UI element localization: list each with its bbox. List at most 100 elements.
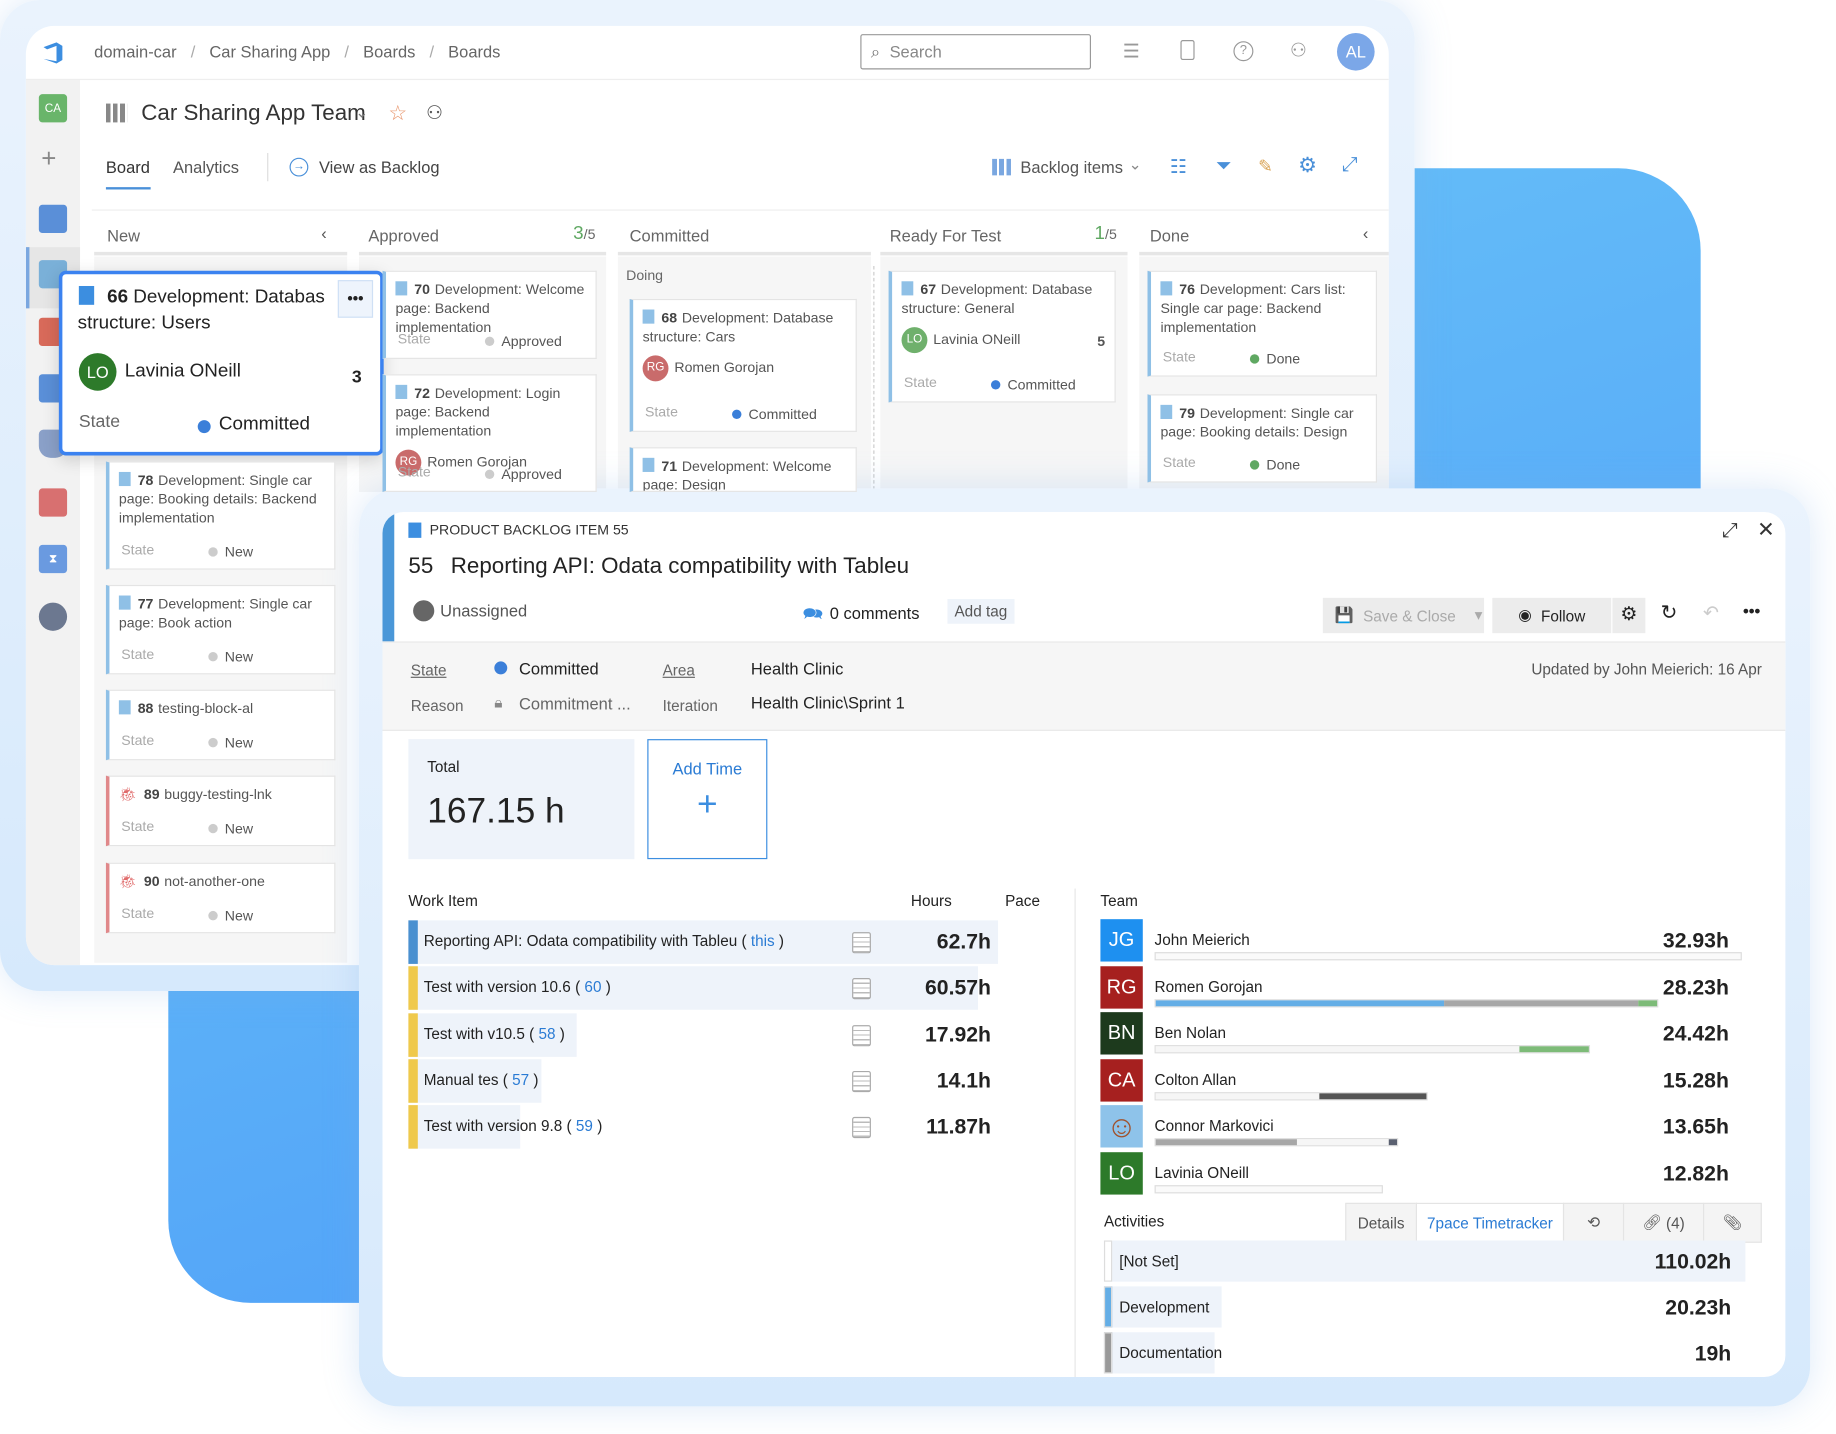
- focused-card[interactable]: 66 Development: Databas structure: Users…: [58, 270, 384, 456]
- add-time-button[interactable]: Add Time +: [647, 739, 768, 860]
- reason-field[interactable]: Commitment ...: [519, 694, 631, 713]
- overview-icon[interactable]: [38, 204, 68, 234]
- activity-row[interactable]: Documentation 19h: [1103, 1332, 1745, 1374]
- card-title[interactable]: 🐞︎ 89 buggy-testing-lnk: [119, 785, 325, 804]
- work-item-row[interactable]: Reporting API: Odata compatibility with …: [408, 920, 999, 964]
- work-item-card[interactable]: 70 Development: Welcome page: Backend imp…: [382, 270, 597, 359]
- team-member-row[interactable]: BN Ben Nolan 24.42h: [1100, 1012, 1736, 1055]
- work-item-card[interactable]: 78 Development: Single car page: Booking …: [105, 461, 336, 570]
- refresh-icon[interactable]: ↻: [1661, 601, 1678, 625]
- work-item-row[interactable]: Test with version 10.6 ( 60 ) 60.57h: [408, 966, 998, 1011]
- board-settings-gear-icon[interactable]: ⚙: [1298, 153, 1317, 178]
- focused-card-title[interactable]: 66 Development: Databas structure: Users: [78, 285, 343, 337]
- team-member-row[interactable]: CA Colton Allan 15.28h: [1100, 1058, 1736, 1102]
- work-item-card[interactable]: 71 Development: Welcome page: Design: [629, 447, 857, 492]
- fullscreen-expand-icon[interactable]: ⤢: [1342, 153, 1358, 177]
- chevron-down-icon[interactable]: ⌄: [1129, 155, 1142, 174]
- cat-extension-icon[interactable]: [38, 602, 68, 631]
- team-member-row[interactable]: JG John Meierich 32.93h: [1100, 919, 1742, 962]
- breadcrumb-org[interactable]: domain-car: [94, 42, 176, 61]
- artifacts-icon[interactable]: [38, 488, 68, 517]
- logo-icon[interactable]: [40, 40, 66, 66]
- state-value[interactable]: Done: [1249, 455, 1300, 474]
- card-title[interactable]: 78 Development: Single car page: Booking …: [118, 471, 325, 527]
- history-icon[interactable]: ⟲: [1562, 1202, 1625, 1243]
- activity-row[interactable]: [Not Set] 110.02h: [1103, 1240, 1746, 1282]
- state-field[interactable]: Committed: [519, 659, 599, 678]
- plus-icon[interactable]: +: [41, 144, 56, 175]
- card-title[interactable]: 70 Development: Welcome page: Backend imp…: [395, 280, 586, 336]
- team-member-row[interactable]: LO Lavinia ONeill 12.82h: [1100, 1151, 1736, 1194]
- filter-icon[interactable]: ⏷: [1216, 154, 1232, 178]
- close-icon[interactable]: ✕: [1757, 518, 1775, 543]
- work-item-row[interactable]: Test with v10.5 ( 58 ) 17.92h: [408, 1012, 998, 1057]
- team-name[interactable]: Car Sharing App Team: [141, 101, 366, 127]
- assignee-picker[interactable]: Unassigned: [440, 601, 527, 620]
- breadcrumb-project[interactable]: Car Sharing App: [209, 42, 330, 61]
- area-field[interactable]: Health Clinic: [751, 659, 843, 678]
- state-value[interactable]: New: [208, 906, 253, 925]
- comments-link[interactable]: 0 comments: [830, 604, 920, 623]
- updated-by[interactable]: Updated by John Meierich: 16 Apr: [1531, 660, 1761, 678]
- breadcrumb-boards-page[interactable]: Boards: [448, 42, 500, 61]
- favorite-star-icon[interactable]: ☆: [388, 101, 407, 126]
- activity-row[interactable]: Development 20.23h: [1103, 1286, 1745, 1328]
- work-item-card[interactable]: 88 testing-block-al State New: [105, 689, 336, 761]
- view-as-backlog-link[interactable]: View as Backlog: [319, 158, 440, 177]
- item-title[interactable]: Reporting API: Odata compatibility with …: [451, 554, 909, 580]
- search-input[interactable]: ⌕ Search: [860, 34, 1092, 70]
- card-title[interactable]: 77 Development: Single car page: Book act…: [118, 594, 325, 632]
- card-assignee[interactable]: RG Romen Gorojan: [642, 355, 847, 382]
- work-item-row[interactable]: Test with version 9.8 ( 59 ) 11.87h: [408, 1105, 998, 1149]
- project-badge[interactable]: CA: [38, 94, 68, 123]
- column-header-committed[interactable]: Committed: [630, 226, 710, 245]
- backlog-items-dropdown[interactable]: Backlog items: [1020, 158, 1123, 177]
- state-value[interactable]: New: [208, 733, 253, 752]
- column-header-done[interactable]: Done: [1150, 226, 1189, 245]
- help-icon[interactable]: ?: [1233, 41, 1254, 62]
- attachment-icon[interactable]: 📎︎: [1703, 1202, 1762, 1243]
- work-item-card[interactable]: 76 Development: Cars list: Single car pag…: [1147, 270, 1377, 377]
- work-item-row[interactable]: Manual tes ( 57 ) 14.1h: [408, 1059, 998, 1103]
- work-item-link[interactable]: 60: [584, 978, 601, 996]
- state-value[interactable]: Committed: [732, 405, 817, 424]
- marketplace-bag-icon[interactable]: [1180, 40, 1195, 61]
- card-title[interactable]: 72 Development: Login page: Backend imple…: [395, 384, 586, 440]
- state-value[interactable]: Committed: [990, 375, 1076, 394]
- team-members-icon[interactable]: ⚇: [426, 101, 443, 125]
- iteration-field[interactable]: Health Clinic\Sprint 1: [751, 693, 905, 712]
- collapse-column-chevron-icon[interactable]: ‹: [1363, 224, 1368, 243]
- timetracker-icon[interactable]: ⧗: [38, 544, 68, 574]
- save-close-button[interactable]: 💾 Save & Close ▾: [1322, 597, 1485, 634]
- save-dropdown-icon[interactable]: ▾: [1475, 606, 1483, 625]
- card-title[interactable]: 67 Development: Database structure: Gener…: [901, 280, 1106, 318]
- item-settings-gear-icon[interactable]: ⚙: [1612, 597, 1646, 634]
- maximize-icon[interactable]: ⤢: [1722, 519, 1738, 543]
- card-title[interactable]: 71 Development: Welcome page: Design: [642, 457, 847, 491]
- undo-icon[interactable]: ↶: [1703, 601, 1719, 625]
- card-assignee[interactable]: LO Lavinia ONeill 5: [901, 327, 1105, 354]
- task-list-icon[interactable]: ☰: [1123, 40, 1140, 64]
- add-tag-button[interactable]: Add tag: [947, 599, 1015, 624]
- state-value[interactable]: New: [208, 543, 253, 562]
- work-item-link[interactable]: 57: [512, 1071, 529, 1089]
- work-item-card[interactable]: 72 Development: Login page: Backend imple…: [382, 374, 597, 492]
- work-item-link[interactable]: this: [751, 932, 775, 950]
- card-title[interactable]: 68 Development: Database structure: Cars: [642, 308, 847, 346]
- work-item-link[interactable]: 59: [576, 1117, 593, 1135]
- tab-board[interactable]: Board: [106, 158, 150, 177]
- work-item-card[interactable]: 79 Development: Single car page: Booking …: [1147, 394, 1377, 483]
- card-more-button[interactable]: •••: [337, 280, 374, 318]
- collapse-column-chevron-icon[interactable]: ‹: [321, 224, 326, 243]
- team-chevron-down-icon[interactable]: ⌄: [355, 104, 368, 123]
- team-member-row[interactable]: ☺ Connor Markovici 13.65h: [1100, 1105, 1736, 1148]
- state-value[interactable]: Committed: [219, 414, 310, 435]
- work-item-card[interactable]: 67 Development: Database structure: Gener…: [888, 270, 1116, 403]
- tab-links[interactable]: 🔗︎ (4): [1622, 1202, 1705, 1243]
- state-value[interactable]: Approved: [484, 332, 562, 351]
- state-value[interactable]: Approved: [484, 465, 562, 484]
- more-actions-icon[interactable]: •••: [1743, 601, 1760, 620]
- work-item-card[interactable]: 68 Development: Database structure: Cars R…: [629, 298, 857, 432]
- column-header-ready-for-test[interactable]: Ready For Test: [890, 226, 1001, 245]
- assignee-name[interactable]: Lavinia ONeill: [125, 361, 241, 382]
